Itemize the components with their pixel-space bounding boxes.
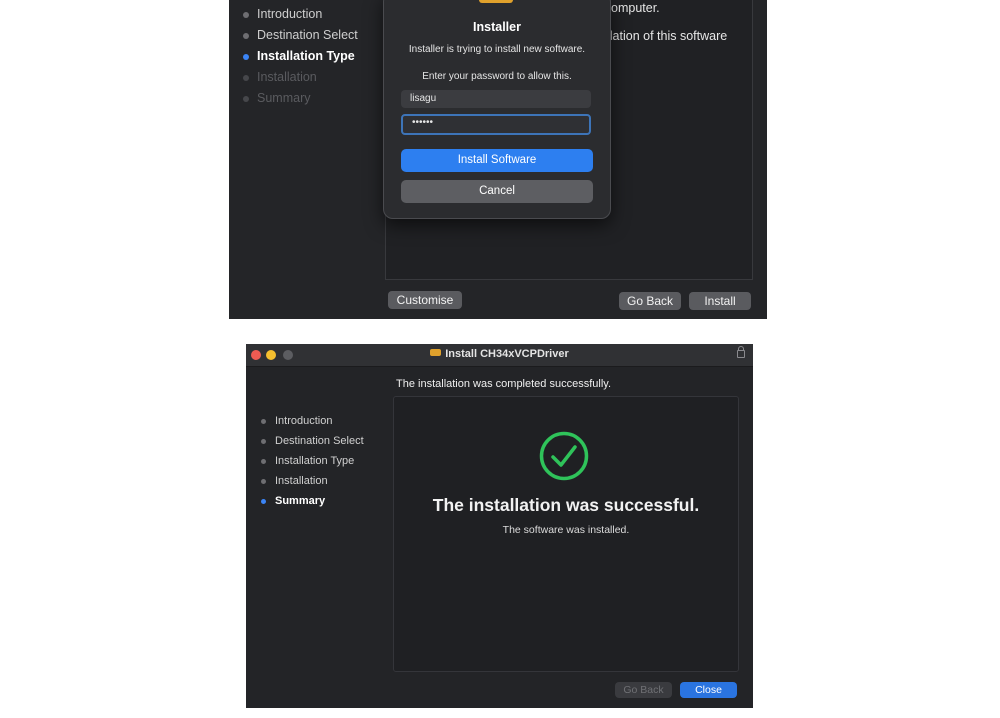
- step-dot: [261, 439, 266, 444]
- step-introduction: Introduction: [261, 415, 333, 427]
- install-software-button[interactable]: Install Software: [401, 149, 593, 172]
- step-label: Installation: [257, 70, 317, 84]
- go-back-button-disabled: Go Back: [615, 682, 672, 698]
- lock-icon: [737, 346, 745, 358]
- window-title-text: Install CH34xVCPDriver: [445, 348, 569, 360]
- step-installation-type: Installation Type: [243, 49, 355, 63]
- step-dot: [243, 12, 249, 18]
- title-bar: Install CH34xVCPDriver: [246, 344, 753, 367]
- step-summary: Summary: [243, 91, 311, 105]
- dialog-message: Installer is trying to install new softw…: [408, 44, 586, 55]
- step-installation-type: Installation Type: [261, 455, 355, 467]
- step-destination-select: Destination Select: [243, 28, 358, 42]
- dialog-title: Installer: [473, 20, 521, 34]
- step-label: Introduction: [257, 7, 323, 21]
- success-subtitle: The software was installed.: [502, 524, 630, 536]
- step-dot: [261, 499, 266, 504]
- step-dot: [261, 419, 266, 424]
- step-dot: [243, 96, 249, 102]
- step-label: Summary: [257, 91, 311, 105]
- dialog-prompt: Enter your password to allow this.: [422, 71, 572, 82]
- summary-pane: The installation was successful. The sof…: [393, 396, 739, 672]
- success-title: The installation was successful.: [432, 495, 700, 515]
- package-icon: [430, 349, 442, 356]
- completion-header: The installation was completed successfu…: [396, 378, 612, 390]
- step-destination-select: Destination Select: [261, 435, 364, 447]
- package-icon: [479, 0, 513, 3]
- close-button[interactable]: Close: [680, 682, 737, 698]
- authentication-dialog: Installer Installer is trying to install…: [383, 0, 611, 219]
- step-summary: Summary: [261, 495, 326, 507]
- step-installation: Installation: [261, 475, 328, 487]
- go-back-button[interactable]: Go Back: [619, 292, 681, 310]
- username-field[interactable]: lisagu: [401, 90, 591, 108]
- step-label: Introduction: [275, 415, 333, 427]
- installer-window-bottom: Install CH34xVCPDriver The installation …: [246, 344, 753, 708]
- step-dot: [243, 54, 249, 60]
- step-label: Destination Select: [257, 28, 358, 42]
- step-label: Installation Type: [257, 49, 355, 63]
- step-dot: [261, 459, 266, 464]
- step-dot: [261, 479, 266, 484]
- step-label: Destination Select: [275, 435, 364, 447]
- password-field[interactable]: ••••••: [401, 114, 591, 135]
- step-label: Installation: [275, 475, 328, 487]
- step-label: Summary: [275, 495, 326, 507]
- install-button[interactable]: Install: [689, 292, 751, 310]
- background-text: llation of this software: [607, 29, 728, 43]
- window-title: Install CH34xVCPDriver: [246, 348, 753, 360]
- background-text: omputer.: [611, 1, 660, 15]
- step-introduction: Introduction: [243, 7, 323, 21]
- step-label: Installation Type: [275, 455, 355, 467]
- success-checkmark-icon: [539, 431, 589, 481]
- step-dot: [243, 33, 249, 39]
- cancel-button[interactable]: Cancel: [401, 180, 593, 203]
- step-dot: [243, 75, 249, 81]
- step-installation: Installation: [243, 70, 317, 84]
- customise-button[interactable]: Customise: [388, 291, 462, 309]
